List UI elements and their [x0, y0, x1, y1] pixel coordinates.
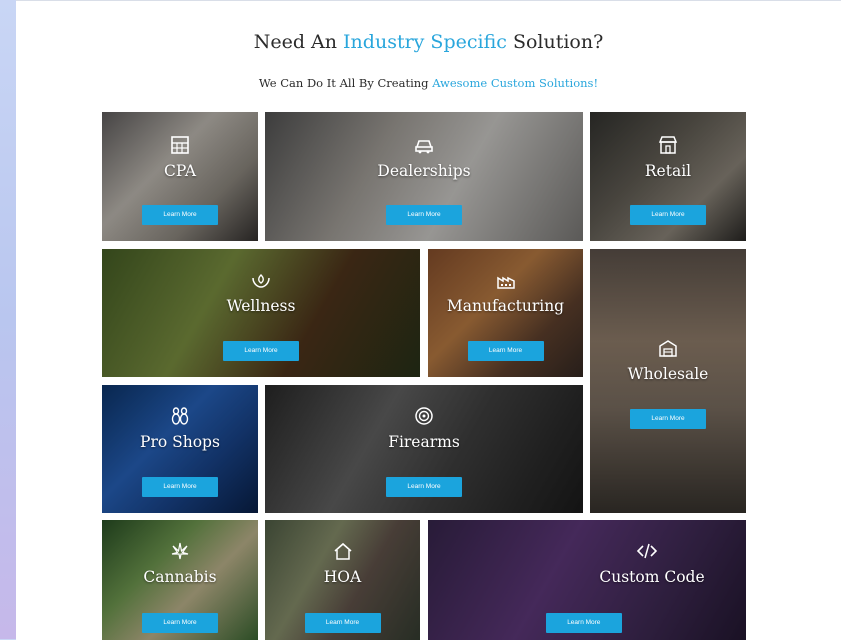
tile-label: Cannabis: [143, 568, 217, 586]
storefront-icon: [657, 134, 679, 156]
warehouse-icon: [657, 337, 679, 359]
tile-label: Firearms: [388, 433, 460, 451]
tile-label: Wellness: [226, 297, 296, 315]
subheading-highlight: Awesome Custom Solutions!: [432, 76, 599, 90]
learn-more-button[interactable]: Learn More: [545, 613, 622, 633]
learn-more-button[interactable]: Learn More: [304, 613, 381, 633]
car-icon: [413, 134, 435, 156]
tile-cannabis[interactable]: Cannabis Learn More: [102, 520, 258, 640]
learn-more-button[interactable]: Learn More: [142, 613, 218, 633]
subheading-prefix: We Can Do It All By Creating: [258, 76, 429, 90]
tile-hoa[interactable]: HOA Learn More: [265, 520, 420, 640]
tile-wellness[interactable]: Wellness Learn More: [102, 249, 420, 377]
learn-more-button[interactable]: Learn More: [142, 205, 218, 225]
learn-more-button[interactable]: Learn More: [630, 409, 706, 429]
tile-dealerships[interactable]: Dealerships Learn More: [265, 112, 583, 241]
heading-highlight: Industry Specific: [343, 31, 507, 53]
tile-label: Pro Shops: [140, 433, 220, 451]
learn-more-button[interactable]: Learn More: [142, 477, 218, 497]
learn-more-button[interactable]: Learn More: [467, 341, 544, 361]
learn-more-button[interactable]: Learn More: [223, 341, 299, 361]
tile-label: Custom Code: [599, 568, 705, 586]
tile-custom-code[interactable]: Custom Code Learn More: [428, 520, 746, 640]
code-brackets-icon: [636, 540, 658, 562]
learn-more-button[interactable]: Learn More: [630, 205, 706, 225]
factory-icon: [495, 269, 517, 291]
calculator-icon: [169, 134, 191, 156]
learn-more-button[interactable]: Learn More: [386, 205, 462, 225]
tile-retail[interactable]: Retail Learn More: [590, 112, 746, 241]
tile-manufacturing[interactable]: Manufacturing Learn More: [428, 249, 583, 377]
tile-label: Manufacturing: [446, 297, 565, 315]
section-subheading: We Can Do It All By Creating Awesome Cus…: [16, 76, 841, 90]
target-icon: [413, 405, 435, 427]
tile-label: Wholesale: [627, 365, 709, 383]
tile-label: Retail: [644, 162, 692, 180]
section-heading: Need An Industry Specific Solution?: [16, 31, 841, 53]
tile-pro-shops[interactable]: Pro Shops Learn More: [102, 385, 258, 513]
bowling-pins-icon: [169, 405, 191, 427]
learn-more-button[interactable]: Learn More: [386, 477, 462, 497]
tile-label: CPA: [163, 162, 197, 180]
tile-label: Dealerships: [377, 162, 471, 180]
heading-suffix: Solution?: [512, 31, 604, 53]
cannabis-leaf-icon: [169, 540, 191, 562]
tile-cpa[interactable]: CPA Learn More: [102, 112, 258, 241]
tile-label: HOA: [323, 568, 362, 586]
heading-prefix: Need An: [253, 31, 337, 53]
page: Need An Industry Specific Solution? We C…: [16, 0, 841, 640]
tile-firearms[interactable]: Firearms Learn More: [265, 385, 583, 513]
house-icon: [332, 540, 354, 562]
tile-wholesale[interactable]: Wholesale Learn More: [590, 249, 746, 513]
hands-lotus-icon: [250, 269, 272, 291]
